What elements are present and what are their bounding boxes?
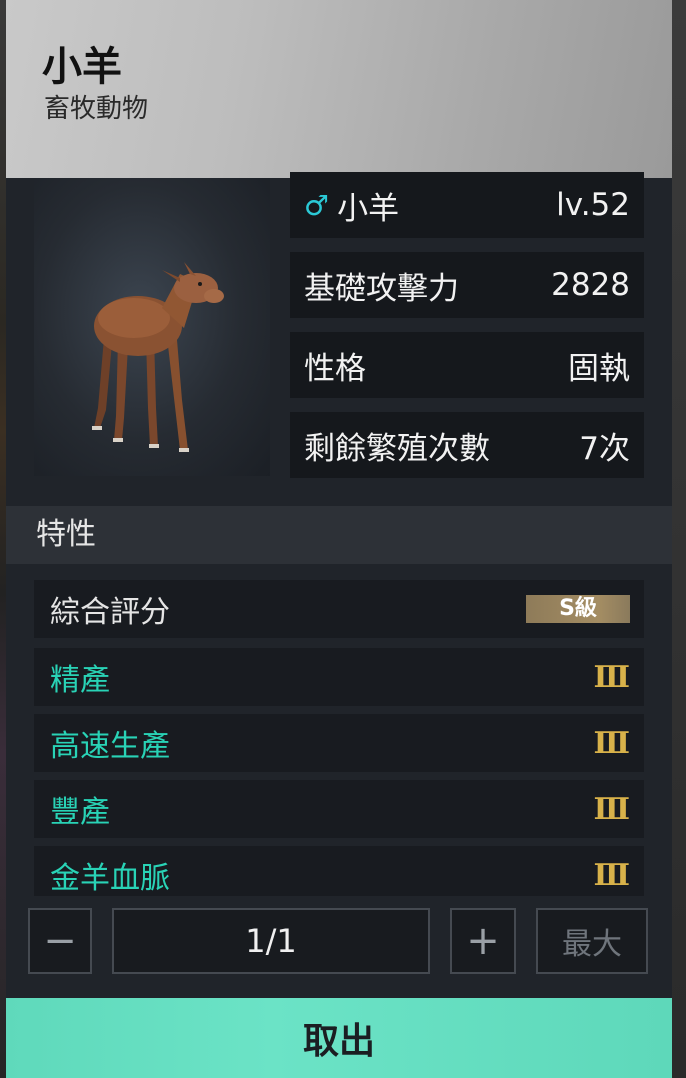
- personality-value: 固執: [568, 350, 630, 387]
- overall-rating-label: 綜合評分: [50, 595, 170, 630]
- stat-breeding: 剩餘繁殖次數 7次: [290, 412, 644, 478]
- lamb-image: [92, 262, 224, 452]
- trait-name: 高速生產: [50, 729, 170, 764]
- traits-heading: 特性: [6, 506, 672, 564]
- animal-portrait: [34, 178, 270, 476]
- animal-name: 小羊: [337, 190, 400, 227]
- trait-rank: Ⅲ: [593, 725, 630, 761]
- trait-name: 豐產: [50, 795, 110, 830]
- animal-level: lv.52: [556, 187, 630, 223]
- trait-name: 精產: [50, 663, 110, 698]
- grade-badge: S級: [526, 595, 630, 623]
- breeding-value: 7次: [579, 430, 630, 467]
- stat-attack: 基礎攻擊力 2828: [290, 252, 644, 318]
- take-out-button[interactable]: 取出: [6, 998, 672, 1078]
- page-title: 小羊: [42, 44, 122, 90]
- trait-row[interactable]: 高速生產 Ⅲ: [34, 714, 644, 772]
- trait-rank: Ⅲ: [593, 791, 630, 827]
- personality-label: 性格: [304, 350, 366, 387]
- background-edge-right: [672, 0, 686, 1078]
- stat-personality: 性格 固執: [290, 332, 644, 398]
- trait-rank: Ⅲ: [593, 659, 630, 695]
- overall-rating-row: 綜合評分 S級: [34, 580, 644, 638]
- trait-rank: Ⅲ: [593, 857, 630, 893]
- panel-header: 小羊 畜牧動物: [6, 0, 672, 178]
- trait-row[interactable]: 金羊血脈 Ⅲ: [34, 846, 644, 896]
- stat-name-level: ♂ 小羊 lv.52: [290, 172, 644, 238]
- animal-detail-panel: 小羊 畜牧動物 ♂ 小羊 lv.52 基礎攻擊力 2828 性格 固執 剩餘繁殖…: [6, 0, 672, 1078]
- breeding-label: 剩餘繁殖次數: [304, 430, 490, 467]
- attack-value: 2828: [551, 267, 630, 303]
- trait-name: 金羊血脈: [50, 861, 170, 896]
- traits-list[interactable]: 綜合評分 S級 精產 Ⅲ 高速生產 Ⅲ 豐產 Ⅲ 金羊血脈 Ⅲ: [34, 580, 644, 896]
- quantity-display[interactable]: 1/1: [112, 908, 430, 974]
- page-subtitle: 畜牧動物: [44, 94, 149, 124]
- max-quantity-button[interactable]: 最大: [536, 908, 648, 974]
- attack-label: 基礎攻擊力: [304, 270, 459, 307]
- male-icon: ♂: [304, 188, 330, 222]
- decrease-quantity-button[interactable]: −: [28, 908, 92, 974]
- trait-row[interactable]: 豐產 Ⅲ: [34, 780, 644, 838]
- trait-row[interactable]: 精產 Ⅲ: [34, 648, 644, 706]
- increase-quantity-button[interactable]: +: [450, 908, 516, 974]
